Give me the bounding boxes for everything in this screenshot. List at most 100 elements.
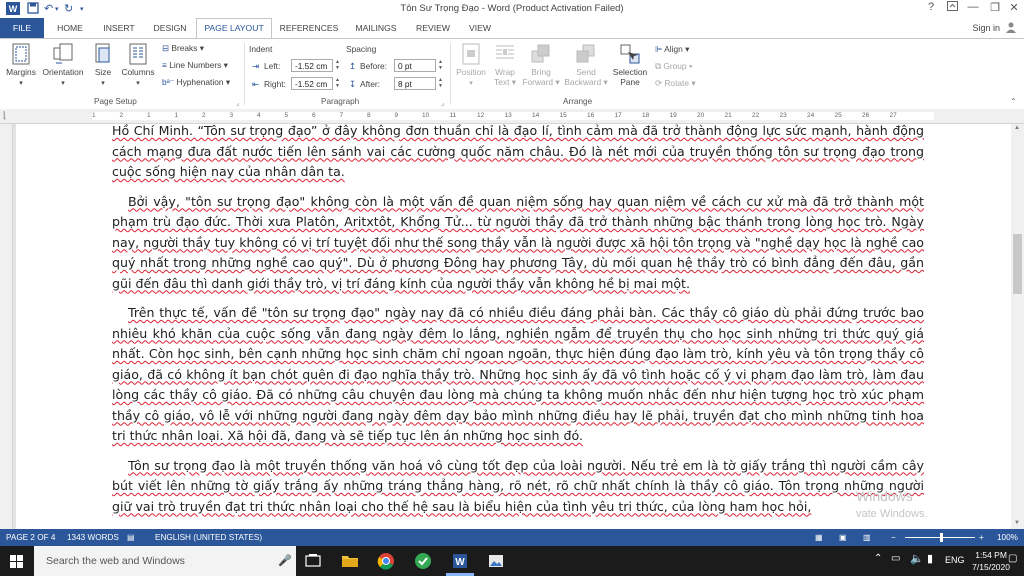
size-button[interactable]: Size ▾ xyxy=(90,43,116,87)
tab-file[interactable]: FILE xyxy=(0,18,44,38)
indent-left-spinner[interactable]: ▲ ▼ xyxy=(333,59,342,72)
document-page[interactable]: Hồ Chí Minh. “Tôn sư trọng đạo” ở đây kh… xyxy=(16,124,1011,529)
read-mode-icon[interactable]: ▦ xyxy=(815,529,823,546)
send-backward-button[interactable]: Send Backward ▾ xyxy=(563,43,609,87)
taskbar-clock[interactable]: 1:54 PM 7/15/2020 xyxy=(972,549,1010,573)
file-explorer-icon[interactable] xyxy=(340,551,360,571)
indent-left-input[interactable]: -1.52 cm xyxy=(291,59,333,72)
proofing-icon[interactable]: ▤ xyxy=(127,529,135,546)
hyphenation-button[interactable]: bᵃ⁻ Hyphenation ▾ xyxy=(162,77,230,87)
show-hidden-icons-icon[interactable]: ⌃ xyxy=(874,553,882,564)
microphone-icon[interactable]: 🎤 xyxy=(278,554,292,567)
minimize-icon[interactable]: — xyxy=(962,1,984,13)
position-button[interactable]: Position ▾ xyxy=(453,43,489,87)
sign-in-link[interactable]: Sign in xyxy=(972,23,1000,33)
tab-references[interactable]: REFERENCES xyxy=(276,18,342,38)
windows-start-icon[interactable] xyxy=(10,555,23,568)
wrap-text-button[interactable]: Wrap Text ▾ xyxy=(491,43,519,87)
ribbon-display-options-icon[interactable] xyxy=(941,1,963,14)
paragraph[interactable]: Hồ Chí Minh. “Tôn sư trọng đạo” ở đây kh… xyxy=(112,124,924,183)
vertical-ruler[interactable] xyxy=(0,124,13,529)
spacing-after-spinner[interactable]: ▲ ▼ xyxy=(436,77,445,90)
messenger-app-icon[interactable] xyxy=(413,551,433,571)
page-setup-launcher-icon[interactable]: ⌟ xyxy=(236,99,239,107)
group-button[interactable]: ⧉ Group ▾ xyxy=(655,61,692,72)
notifications-icon[interactable]: ▢ xyxy=(1008,553,1017,564)
page-setup-group-label: Page Setup xyxy=(94,97,137,106)
tab-design[interactable]: DESIGN xyxy=(146,18,194,38)
tab-selector-icon[interactable]: ⌊ xyxy=(3,110,7,121)
indent-right-input[interactable]: -1.52 cm xyxy=(291,77,333,90)
paragraph[interactable]: Trên thực tế, vấn đề "tôn sư trọng đạo" … xyxy=(112,303,924,447)
task-view-icon[interactable] xyxy=(303,551,323,571)
ruler-tick-label: 14 xyxy=(532,112,540,119)
page-count[interactable]: PAGE 2 OF 4 xyxy=(6,529,55,546)
orientation-button[interactable]: Orientation ▾ xyxy=(39,43,87,87)
ruler-tick-label: 13 xyxy=(504,112,512,119)
selection-pane-button[interactable]: Selection Pane xyxy=(610,43,650,87)
help-icon[interactable]: ? xyxy=(920,1,942,13)
input-language[interactable]: ENG xyxy=(945,555,965,565)
ruler-tick-label: 23 xyxy=(779,112,787,119)
margins-button[interactable]: Margins ▾ xyxy=(4,43,38,87)
tab-view[interactable]: VIEW xyxy=(460,18,500,38)
ruler-tick-label: 1 xyxy=(174,112,179,119)
network-icon[interactable]: ▭ xyxy=(891,553,900,564)
photos-app-icon[interactable] xyxy=(486,551,506,571)
vertical-scrollbar[interactable]: ▲ ▼ xyxy=(1011,124,1024,529)
scroll-up-icon[interactable]: ▲ xyxy=(1014,125,1020,131)
spacing-after-icon: ↧ xyxy=(349,79,357,89)
tab-page-layout[interactable]: PAGE LAYOUT xyxy=(196,18,272,39)
tab-review[interactable]: REVIEW xyxy=(410,18,456,38)
align-icon: ⊫ xyxy=(655,44,663,54)
zoom-level[interactable]: 100% xyxy=(997,529,1018,546)
zoom-slider-thumb[interactable] xyxy=(940,533,943,542)
web-layout-icon[interactable]: ▥ xyxy=(863,529,871,546)
ruler-tick-label: 19 xyxy=(669,112,677,119)
position-icon xyxy=(462,43,480,65)
battery-icon[interactable]: ▮ xyxy=(927,552,933,565)
language-status[interactable]: ENGLISH (UNITED STATES) xyxy=(155,529,262,546)
scroll-down-icon[interactable]: ▼ xyxy=(1014,520,1020,526)
tab-mailings[interactable]: MAILINGS xyxy=(348,18,404,38)
orientation-icon xyxy=(53,43,73,64)
chrome-icon[interactable] xyxy=(376,551,396,571)
word-count[interactable]: 1343 WORDS xyxy=(67,529,119,546)
paragraph[interactable]: Tôn sư trọng đạo là một truyền thống văn… xyxy=(112,456,924,518)
tab-home[interactable]: HOME xyxy=(48,18,92,38)
zoom-in-icon[interactable]: + xyxy=(979,529,984,546)
spacing-after-input[interactable]: 8 pt xyxy=(394,77,436,90)
paragraph[interactable]: Bởi vậy, "tôn sư trọng đạo" không còn là… xyxy=(112,192,924,295)
paragraph-launcher-icon[interactable]: ⌟ xyxy=(441,99,444,107)
document-body[interactable]: Hồ Chí Minh. “Tôn sư trọng đạo” ở đây kh… xyxy=(112,124,924,526)
close-icon[interactable]: ✕ xyxy=(1003,1,1024,14)
send-backward-icon xyxy=(576,44,595,63)
align-button[interactable]: ⊫ Align ▾ xyxy=(655,44,689,54)
rotate-button[interactable]: ⟳ Rotate ▾ xyxy=(655,78,696,88)
horizontal-ruler[interactable]: ⌊ 1 2 1 1 2 3 4 5 6 7 8 9 10 11 12 13 14 15 16 17 18 19 20 21 22… xyxy=(0,109,1024,124)
columns-button[interactable]: Columns ▾ xyxy=(118,43,158,87)
indent-right-spinner[interactable]: ▲ ▼ xyxy=(333,77,342,90)
ruler-tick-label: 15 xyxy=(559,112,567,119)
spacing-before-spinner[interactable]: ▲ ▼ xyxy=(436,59,445,72)
window-title: Tôn Sư Trọng Đạo - Word (Product Activat… xyxy=(400,3,624,14)
breaks-button[interactable]: ⊟ Breaks ▾ xyxy=(162,43,204,53)
taskbar-search-box[interactable]: Search the web and Windows 🎤 xyxy=(34,546,296,576)
zoom-out-icon[interactable]: − xyxy=(891,529,896,546)
ruler-tick-label: 18 xyxy=(642,112,650,119)
collapse-ribbon-icon[interactable]: ⌃ xyxy=(1010,97,1017,106)
line-numbers-button[interactable]: ≡ Line Numbers ▾ xyxy=(162,60,228,70)
paragraph-group-label: Paragraph xyxy=(321,97,360,106)
document-area[interactable]: Hồ Chí Minh. “Tôn sư trọng đạo” ở đây kh… xyxy=(13,124,1011,529)
user-avatar-icon[interactable] xyxy=(1001,21,1021,36)
word-taskbar-icon[interactable]: W xyxy=(450,551,470,571)
print-layout-icon[interactable]: ▣ xyxy=(839,529,847,546)
ribbon-tabs: FILE HOME INSERT DESIGN PAGE LAYOUT REFE… xyxy=(0,18,1024,39)
scrollbar-thumb[interactable] xyxy=(1013,234,1022,294)
spacing-before-input[interactable]: 0 pt xyxy=(394,59,436,72)
size-icon xyxy=(95,43,110,63)
title-bar: W ↶ ▾ ↻ ▾ Tôn Sư Trọng Đạo - Word (Produ… xyxy=(0,0,1024,18)
bring-forward-button[interactable]: Bring Forward ▾ xyxy=(521,43,561,87)
tab-insert[interactable]: INSERT xyxy=(96,18,142,38)
volume-icon[interactable]: 🔈 xyxy=(910,552,924,565)
